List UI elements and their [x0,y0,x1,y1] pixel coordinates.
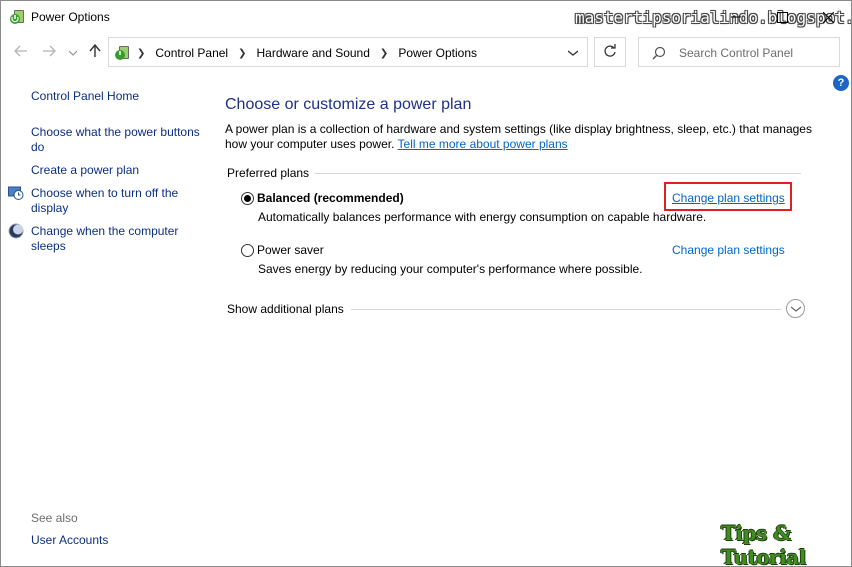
sidebar-item-create-plan[interactable]: Create a power plan [31,163,139,178]
back-arrow-icon [14,45,28,60]
minimize-icon [731,12,741,22]
see-also-heading: See also [31,511,78,525]
title-bar: Power Options mastertipsorialindo.blogsp… [1,1,851,33]
refresh-button[interactable] [594,37,626,67]
breadcrumb-control-panel[interactable]: Control Panel [155,46,228,60]
maximize-icon [776,11,788,23]
plan-power-saver-label[interactable]: Power saver [257,243,324,257]
intro-text: A power plan is a collection of hardware… [225,122,815,152]
window-title: Power Options [31,10,110,24]
back-button[interactable] [11,42,31,62]
minimize-button[interactable] [713,1,759,33]
control-panel-icon [114,44,132,62]
recent-locations-button[interactable] [63,42,83,62]
close-icon [822,11,834,23]
breadcrumb-separator: ❯ [379,47,389,59]
display-clock-icon [8,185,24,201]
sidebar-item-turn-off-display[interactable]: Choose when to turn off the display [31,186,201,216]
expand-chevron-icon[interactable] [786,299,805,318]
change-plan-settings-balanced-link[interactable]: Change plan settings [672,191,785,205]
up-arrow-icon [89,43,101,61]
refresh-icon [603,43,617,61]
plan-power-saver-description: Saves energy by reducing your computer's… [258,262,643,276]
learn-more-link[interactable]: Tell me more about power plans [398,137,568,151]
breadcrumb-separator: ❯ [238,47,247,59]
navigation-bar: ❯ Control Panel ❯ Hardware and Sound ❯ P… [1,33,851,71]
search-placeholder: Search Control Panel [679,46,794,60]
section-divider [351,309,781,310]
breadcrumb-power-options[interactable]: Power Options [398,46,477,60]
preferred-plans-heading: Preferred plans [227,166,310,180]
show-additional-plans-label[interactable]: Show additional plans [227,302,344,316]
sidebar-item-user-accounts[interactable]: User Accounts [31,533,108,548]
maximize-button[interactable] [759,1,805,33]
section-divider [315,173,801,174]
sidebar-item-computer-sleeps[interactable]: Change when the computer sleeps [31,224,201,254]
address-bar[interactable]: ❯ Control Panel ❯ Hardware and Sound ❯ P… [108,37,588,67]
search-icon [652,46,666,63]
breadcrumb-separator: ❯ [137,47,146,59]
close-button[interactable] [805,1,851,33]
power-options-window: Power Options mastertipsorialindo.blogsp… [0,0,852,567]
forward-button[interactable] [39,42,59,62]
forward-arrow-icon [42,45,56,60]
main-content: Choose or customize a power plan A power… [225,71,825,471]
sidebar-item-control-panel-home[interactable]: Control Panel Home [31,89,139,104]
change-plan-settings-power-saver-link[interactable]: Change plan settings [672,243,785,257]
search-input[interactable]: Search Control Panel [638,37,840,67]
tips-tutorial-logo: Tips & Tutorial [721,521,806,567]
plan-balanced-description: Automatically balances performance with … [258,210,707,224]
plan-power-saver-radio[interactable] [241,244,254,257]
plan-balanced-label[interactable]: Balanced (recommended) [257,191,404,205]
sidebar-item-power-buttons[interactable]: Choose what the power buttons do [31,125,201,155]
help-icon[interactable]: ? [833,75,849,91]
address-dropdown-chevron-down-icon[interactable] [565,46,581,60]
moon-sleep-icon [8,223,24,239]
power-options-icon [9,8,27,26]
sidebar: Control Panel Home Choose what the power… [1,71,206,566]
breadcrumb: ❯ Control Panel ❯ Hardware and Sound ❯ P… [137,46,477,60]
up-button[interactable] [85,42,105,62]
chevron-down-icon [68,45,78,59]
plan-balanced-radio[interactable] [241,192,254,205]
page-title: Choose or customize a power plan [225,96,472,113]
breadcrumb-hardware-and-sound[interactable]: Hardware and Sound [257,46,370,60]
